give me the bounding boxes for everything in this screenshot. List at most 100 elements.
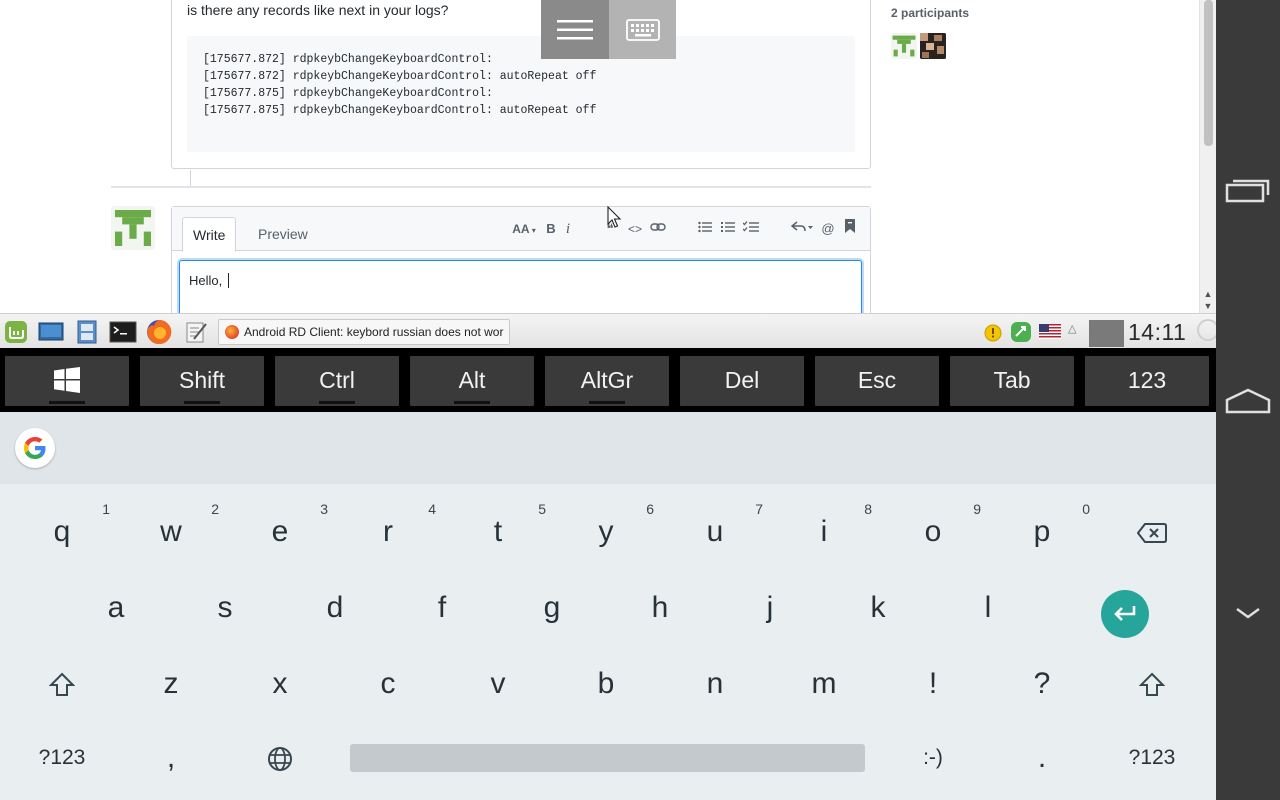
mint-menu-button[interactable] bbox=[2, 319, 30, 345]
rd-menu-button[interactable] bbox=[541, 0, 609, 59]
vertical-scrollbar[interactable]: ▲ ▼ bbox=[1199, 0, 1216, 313]
backspace-key[interactable] bbox=[1102, 496, 1202, 568]
key-p[interactable]: p0 bbox=[992, 496, 1092, 568]
shift-key[interactable]: Shift bbox=[140, 356, 264, 406]
emoticon-key[interactable]: :-) bbox=[883, 722, 983, 794]
key-question[interactable]: ? bbox=[992, 648, 1092, 720]
heading-button[interactable]: AA ▾ bbox=[510, 219, 538, 239]
participant-avatar[interactable] bbox=[891, 33, 917, 59]
scrollbar-thumb[interactable] bbox=[1204, 0, 1213, 146]
soft-keyboard: q1 w2 e3 r4 t5 y6 u7 i8 o9 p0 a s d f g … bbox=[0, 412, 1216, 800]
key-a[interactable]: a bbox=[66, 572, 166, 644]
key-hint: 7 bbox=[755, 501, 763, 517]
workspace-switcher[interactable] bbox=[1089, 320, 1124, 347]
key-m[interactable]: m bbox=[774, 648, 874, 720]
key-u[interactable]: u7 bbox=[665, 496, 765, 568]
desktop-icon bbox=[38, 322, 64, 341]
network-icon[interactable] bbox=[1010, 321, 1032, 343]
key-k[interactable]: k bbox=[828, 572, 928, 644]
log-code-block: [175677.872] rdpkeybChangeKeyboardContro… bbox=[187, 36, 855, 152]
enter-key[interactable] bbox=[1101, 590, 1149, 638]
key-f[interactable]: f bbox=[392, 572, 492, 644]
rd-keyboard-toggle-button[interactable] bbox=[609, 0, 676, 59]
tab-write[interactable]: Write bbox=[182, 217, 237, 252]
numbered-list-button[interactable] bbox=[720, 219, 736, 239]
key-g[interactable]: g bbox=[502, 572, 602, 644]
symbols-left-key[interactable]: ?123 bbox=[12, 722, 112, 794]
recent-apps-button[interactable] bbox=[1216, 165, 1280, 215]
firefox-launcher[interactable] bbox=[145, 319, 173, 345]
link-button[interactable] bbox=[649, 219, 667, 239]
key-y[interactable]: y6 bbox=[556, 496, 656, 568]
participant-avatar[interactable] bbox=[920, 33, 946, 59]
key-i[interactable]: i8 bbox=[774, 496, 874, 568]
taskbar-window-button[interactable]: Android RD Client: keybord russian does … bbox=[218, 319, 510, 345]
update-manager-icon[interactable] bbox=[984, 324, 1002, 342]
key-c[interactable]: c bbox=[338, 648, 438, 720]
scroll-down-icon[interactable]: ▼ bbox=[1200, 300, 1216, 312]
shift-right-key[interactable] bbox=[1102, 648, 1202, 720]
key-q[interactable]: q1 bbox=[12, 496, 112, 568]
numeric-key[interactable]: 123 bbox=[1085, 356, 1209, 406]
escape-key[interactable]: Esc bbox=[815, 356, 939, 406]
key-exclamation[interactable]: ! bbox=[883, 648, 983, 720]
keyboard-icon bbox=[625, 18, 660, 41]
bullet-list-button[interactable] bbox=[697, 219, 713, 239]
key-w[interactable]: w2 bbox=[121, 496, 221, 568]
key-r[interactable]: r4 bbox=[338, 496, 438, 568]
avatar[interactable] bbox=[111, 206, 155, 250]
tab-preview[interactable]: Preview bbox=[248, 217, 318, 252]
remote-desktop-view[interactable]: is there any records like next in your l… bbox=[0, 0, 1216, 313]
alt-key[interactable]: Alt bbox=[410, 356, 534, 406]
key-t[interactable]: t5 bbox=[448, 496, 548, 568]
language-key[interactable] bbox=[230, 722, 330, 794]
saved-reply-button[interactable] bbox=[844, 219, 856, 239]
tray-expand-icon[interactable]: △ bbox=[1068, 322, 1076, 335]
text-editor-launcher[interactable] bbox=[182, 319, 210, 345]
windows-key[interactable] bbox=[5, 356, 129, 406]
key-l[interactable]: l bbox=[938, 572, 1038, 644]
bold-button[interactable]: B bbox=[544, 219, 558, 239]
home-button[interactable] bbox=[1216, 376, 1280, 426]
terminal-launcher[interactable] bbox=[109, 319, 137, 345]
delete-key[interactable]: Del bbox=[680, 356, 804, 406]
altgr-key[interactable]: AltGr bbox=[545, 356, 669, 406]
key-o[interactable]: o9 bbox=[883, 496, 983, 568]
key-s[interactable]: s bbox=[175, 572, 275, 644]
us-flag-keyboard-layout-icon[interactable] bbox=[1039, 324, 1061, 339]
comment-textarea[interactable]: Hello, bbox=[179, 260, 862, 313]
key-x[interactable]: x bbox=[230, 648, 330, 720]
ctrl-key[interactable]: Ctrl bbox=[275, 356, 399, 406]
participants-label: 2 participants bbox=[891, 6, 970, 20]
clock[interactable]: 14:11 bbox=[1128, 319, 1186, 346]
scroll-up-icon[interactable]: ▲ bbox=[1200, 288, 1216, 300]
key-n[interactable]: n bbox=[665, 648, 765, 720]
comma-key[interactable]: , bbox=[121, 722, 221, 794]
tab-key[interactable]: Tab bbox=[950, 356, 1074, 406]
key-z[interactable]: z bbox=[121, 648, 221, 720]
window-title: Android RD Client: keybord russian does … bbox=[244, 325, 504, 339]
key-d[interactable]: d bbox=[285, 572, 385, 644]
symbols-right-key[interactable]: ?123 bbox=[1102, 722, 1202, 794]
code-button[interactable]: <> bbox=[626, 219, 644, 239]
show-desktop-button[interactable] bbox=[37, 319, 65, 345]
key-e[interactable]: e3 bbox=[230, 496, 330, 568]
italic-button[interactable]: i bbox=[562, 219, 574, 239]
back-hide-keyboard-button[interactable] bbox=[1216, 588, 1280, 638]
key-b[interactable]: b bbox=[556, 648, 656, 720]
key-j[interactable]: j bbox=[720, 572, 820, 644]
firefox-icon bbox=[225, 325, 239, 339]
key-h[interactable]: h bbox=[610, 572, 710, 644]
file-manager-launcher[interactable] bbox=[73, 319, 101, 345]
google-search-button[interactable] bbox=[15, 428, 55, 468]
task-list-button[interactable] bbox=[742, 219, 760, 239]
key-label: e bbox=[271, 515, 289, 548]
space-bar[interactable] bbox=[350, 744, 865, 772]
extra-keys-bar: Shift Ctrl Alt AltGr Del Esc Tab 123 bbox=[0, 348, 1216, 412]
period-key[interactable]: . bbox=[992, 722, 1092, 794]
editor-header: Write Preview AA ▾ B i ❝ <> @ bbox=[172, 207, 870, 252]
key-v[interactable]: v bbox=[448, 648, 548, 720]
reply-button[interactable] bbox=[790, 219, 814, 239]
shift-left-key[interactable] bbox=[12, 648, 112, 720]
mention-button[interactable]: @ bbox=[820, 219, 836, 239]
